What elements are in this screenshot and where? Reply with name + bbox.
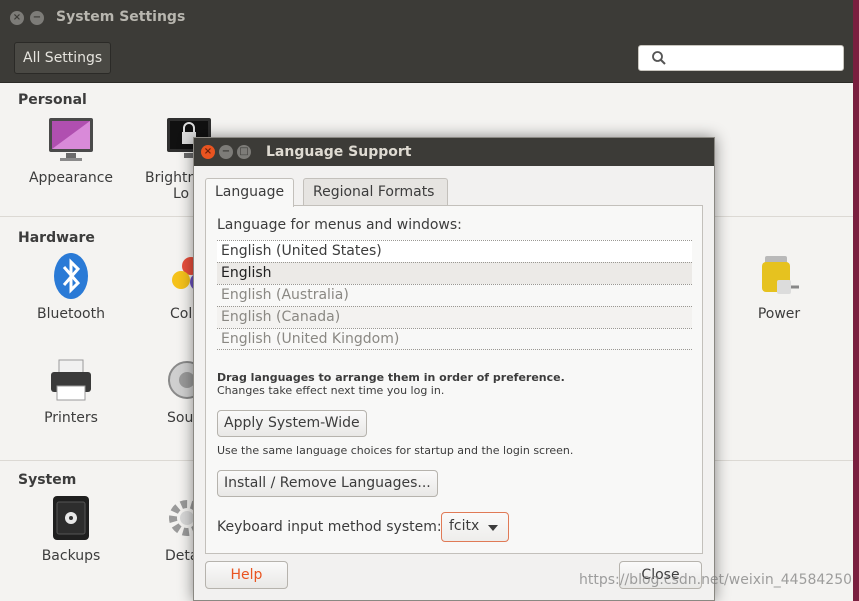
menus-label: Language for menus and windows: bbox=[217, 217, 462, 233]
backups-label: Backups bbox=[41, 548, 101, 564]
section-hardware: Hardware bbox=[18, 230, 95, 246]
install-remove-languages-button[interactable]: Install / Remove Languages... bbox=[217, 470, 438, 497]
bluetooth-item[interactable]: Bluetooth bbox=[21, 252, 121, 322]
apply-note: Use the same language choices for startu… bbox=[217, 444, 574, 457]
watermark-prefix: https://blog.csdn.net/weixin_ bbox=[579, 572, 781, 588]
list-item[interactable]: English (United States) bbox=[217, 240, 692, 262]
dialog-title: Language Support bbox=[266, 144, 412, 160]
search-input[interactable] bbox=[638, 45, 844, 71]
effect-note: Changes take effect next time you log in… bbox=[217, 384, 445, 397]
keyboard-input-value: fcitx bbox=[449, 518, 480, 534]
appearance-icon bbox=[49, 118, 93, 161]
search-icon bbox=[652, 51, 666, 65]
section-personal: Personal bbox=[18, 92, 87, 108]
list-item[interactable]: English (Canada) bbox=[217, 306, 692, 328]
minimize-window-icon[interactable]: − bbox=[30, 11, 44, 25]
language-list[interactable]: English (United States) English English … bbox=[217, 240, 692, 354]
tab-regional-formats[interactable]: Regional Formats bbox=[303, 178, 448, 206]
list-item[interactable]: English (Australia) bbox=[217, 284, 692, 306]
power-item[interactable]: Power bbox=[729, 252, 829, 322]
chevron-down-icon bbox=[488, 525, 498, 531]
language-panel: Language for menus and windows: English … bbox=[205, 205, 703, 554]
apply-system-wide-button[interactable]: Apply System-Wide bbox=[217, 410, 367, 437]
drag-hint: Drag languages to arrange them in order … bbox=[217, 371, 565, 384]
close-dialog-icon[interactable]: × bbox=[201, 145, 215, 159]
section-system: System bbox=[18, 472, 77, 488]
window-title: System Settings bbox=[56, 9, 186, 25]
maximize-dialog-icon[interactable]: □ bbox=[237, 145, 251, 159]
list-item[interactable]: English bbox=[217, 262, 692, 284]
appearance-label: Appearance bbox=[28, 170, 114, 186]
keyboard-input-select[interactable]: fcitx bbox=[441, 512, 509, 542]
watermark-suffix: 44584250 bbox=[780, 572, 853, 588]
power-icon bbox=[762, 256, 799, 294]
printers-item[interactable]: Printers bbox=[21, 356, 121, 426]
printers-icon bbox=[51, 359, 91, 401]
language-support-dialog: × − □ Language Support Language Regional… bbox=[193, 137, 715, 601]
backups-item[interactable]: Backups bbox=[21, 494, 121, 564]
bluetooth-label: Bluetooth bbox=[37, 306, 105, 322]
power-label: Power bbox=[757, 306, 801, 322]
backups-icon bbox=[53, 496, 89, 540]
printers-label: Printers bbox=[44, 410, 98, 426]
close-window-icon[interactable]: × bbox=[10, 11, 24, 25]
list-item[interactable]: English (United Kingdom) bbox=[217, 328, 692, 350]
keyboard-input-label: Keyboard input method system: bbox=[217, 519, 442, 535]
minimize-dialog-icon[interactable]: − bbox=[219, 145, 233, 159]
dialog-titlebar: × − □ Language Support bbox=[194, 138, 714, 166]
all-settings-button[interactable]: All Settings bbox=[14, 42, 112, 74]
appearance-item[interactable]: Appearance bbox=[21, 116, 121, 186]
window-titlebar: × − System Settings bbox=[0, 0, 853, 36]
watermark: https://blog.csdn.net/weixin_44584250 bbox=[579, 572, 852, 588]
bluetooth-icon bbox=[54, 253, 88, 299]
toolbar: All Settings bbox=[0, 36, 853, 83]
tab-language[interactable]: Language bbox=[205, 178, 295, 207]
help-button[interactable]: Help bbox=[205, 561, 288, 589]
